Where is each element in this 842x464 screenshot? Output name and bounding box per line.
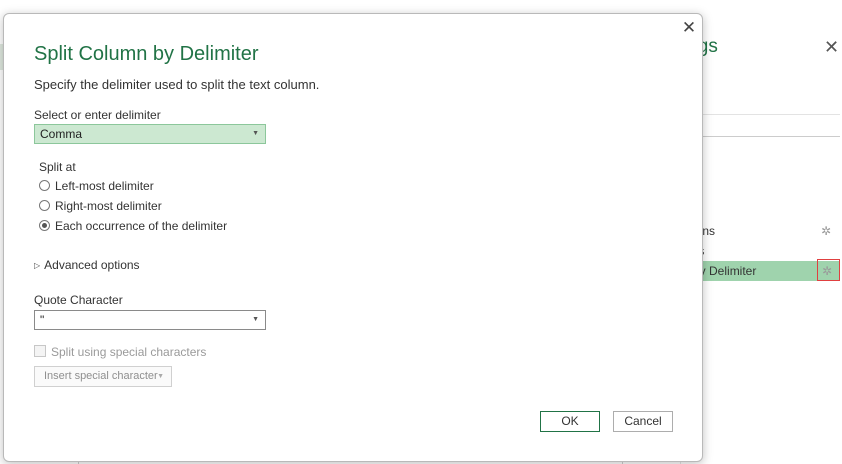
radio-left-most[interactable]: Left-most delimiter: [39, 179, 154, 195]
divider: [703, 114, 840, 115]
chevron-right-icon: ▷: [34, 261, 41, 270]
radio-label: Left-most delimiter: [55, 179, 154, 193]
step-item[interactable]: lumns: [683, 221, 840, 241]
divider: [703, 136, 840, 137]
step-item[interactable]: ows: [683, 241, 840, 261]
split-column-dialog: ✕ Split Column by Delimiter Specify the …: [3, 13, 703, 462]
special-characters-label: Split using special characters: [51, 345, 207, 359]
quote-character-dropdown[interactable]: " ▼: [34, 310, 266, 330]
chevron-down-icon: ▼: [252, 316, 259, 323]
advanced-options-toggle[interactable]: ▷ Advanced options: [34, 258, 140, 272]
insert-special-character-label: Insert special character: [44, 370, 158, 382]
quote-character-label: Quote Character: [34, 293, 123, 307]
insert-special-character-button[interactable]: Insert special character ▼: [34, 366, 172, 387]
radio-button-checked[interactable]: [39, 220, 50, 231]
delimiter-dropdown[interactable]: Comma ▼: [34, 124, 266, 144]
close-icon[interactable]: ✕: [824, 37, 839, 57]
radio-right-most[interactable]: Right-most delimiter: [39, 199, 162, 215]
radio-label: Each occurrence of the delimiter: [55, 219, 228, 233]
dialog-description: Specify the delimiter used to split the …: [34, 77, 320, 92]
quote-character-value: ": [40, 313, 45, 327]
step-item[interactable]: ype: [683, 282, 840, 302]
checkbox[interactable]: [34, 345, 46, 357]
dialog-title: Split Column by Delimiter: [34, 43, 259, 65]
radio-button[interactable]: [39, 180, 50, 191]
gear-icon[interactable]: ✲: [821, 224, 831, 238]
chevron-down-icon: ▼: [252, 130, 259, 137]
radio-each-occurrence[interactable]: Each occurrence of the delimiter: [39, 219, 227, 235]
split-at-label: Split at: [39, 160, 76, 174]
cancel-button[interactable]: Cancel: [613, 411, 673, 432]
radio-label: Right-most delimiter: [55, 199, 162, 213]
advanced-options-label: Advanced options: [44, 258, 140, 272]
chevron-down-icon: ▼: [157, 373, 164, 380]
ok-button[interactable]: OK: [540, 411, 600, 432]
close-icon[interactable]: ✕: [679, 18, 699, 38]
delimiter-label: Select or enter delimiter: [34, 108, 161, 122]
radio-button[interactable]: [39, 200, 50, 211]
highlight-box: [817, 259, 840, 281]
special-characters-checkbox-row[interactable]: Split using special characters: [34, 345, 206, 359]
delimiter-value: Comma: [40, 127, 83, 141]
